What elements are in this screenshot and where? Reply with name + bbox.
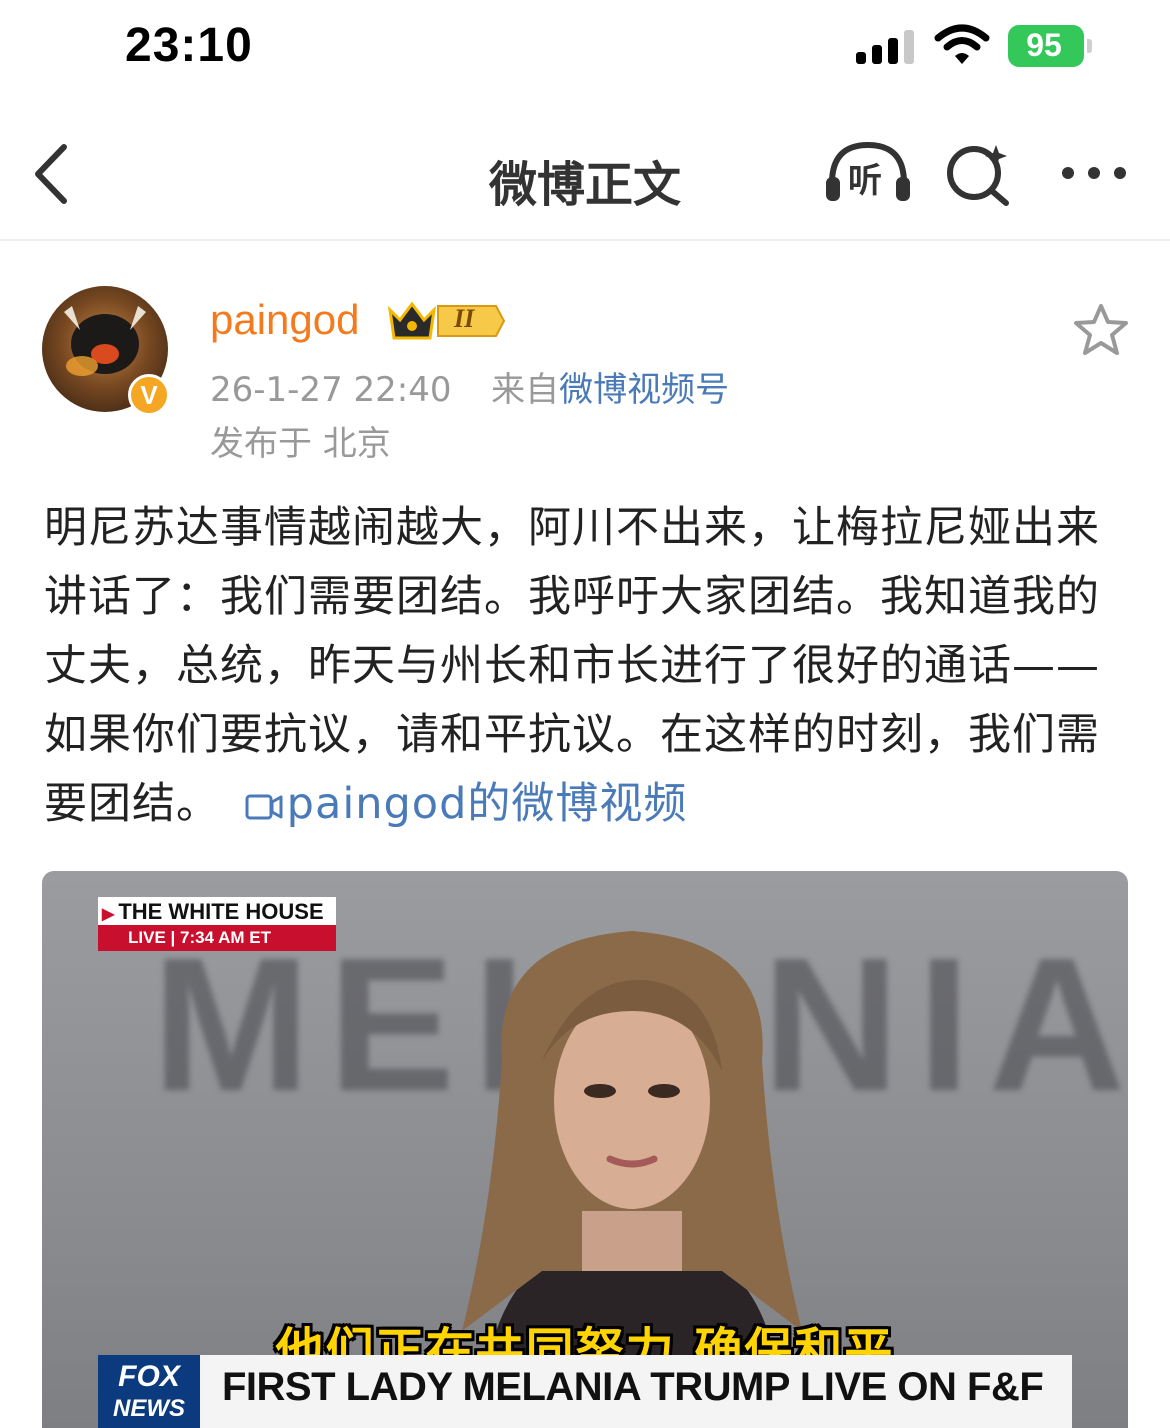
post-date: 26-1-27 22:40	[210, 370, 452, 410]
listen-button[interactable]: 听	[822, 139, 914, 205]
video-link-label: paingod的微博视频	[286, 779, 688, 829]
listen-label: 听	[848, 161, 882, 201]
fox-logo-line2: NEWS	[113, 1395, 185, 1422]
back-icon[interactable]	[24, 139, 84, 209]
source-link[interactable]: 微博视频号	[559, 370, 729, 410]
video-link[interactable]: paingod的微博视频	[235, 779, 688, 829]
more-icon[interactable]	[1056, 153, 1132, 193]
page-title: 微博正文	[488, 157, 681, 213]
battery-level: 95	[1026, 27, 1062, 63]
status-bar: 23:10 95	[0, 0, 1170, 95]
username[interactable]: paingod	[210, 296, 359, 344]
battery-indicator: 95	[1008, 25, 1092, 67]
wifi-icon	[934, 24, 990, 64]
post-meta: 26-1-27 22:40 来自微博视频号	[210, 362, 729, 411]
video-camera-icon	[245, 794, 283, 819]
fox-news-logo: FOX NEWS	[98, 1355, 200, 1428]
verified-badge: V	[128, 374, 170, 416]
nav-bar: 微博正文 听	[0, 95, 1170, 241]
signal-icon	[856, 30, 914, 64]
battery-cap	[1087, 39, 1092, 53]
level-badge-label: II	[454, 304, 475, 333]
level-badge[interactable]: II	[386, 298, 506, 344]
source-prefix: 来自	[491, 370, 560, 410]
live-badge-title: ▶ THE WHITE HOUSE	[102, 899, 324, 924]
live-badge-title-text: THE WHITE HOUSE	[118, 899, 324, 924]
video-player[interactable]: MELANIA ▶THE WHITE HOUSE LIVE | 7:34 AM …	[42, 871, 1128, 1428]
post-text: 明尼苏达事情越闹越大，阿川不出来，让梅拉尼娅出来讲话了：我们需要团结。我呼吁大家…	[44, 494, 1124, 839]
star-icon[interactable]	[1072, 302, 1130, 358]
crown-icon	[387, 301, 506, 340]
post-location: 发布于 北京	[210, 424, 391, 464]
fox-logo-line1: FOX	[118, 1360, 180, 1393]
news-lower-third: FOX NEWS FIRST LADY MELANIA TRUMP LIVE O…	[98, 1355, 1072, 1428]
news-headline: FIRST LADY MELANIA TRUMP LIVE ON F&F	[222, 1365, 1044, 1409]
live-badge: ▶ THE WHITE HOUSE LIVE | 7:34 AM ET	[98, 897, 336, 951]
search-spark-icon[interactable]	[944, 141, 1014, 207]
live-badge-time: LIVE | 7:34 AM ET	[98, 925, 336, 951]
status-time: 23:10	[125, 19, 253, 72]
